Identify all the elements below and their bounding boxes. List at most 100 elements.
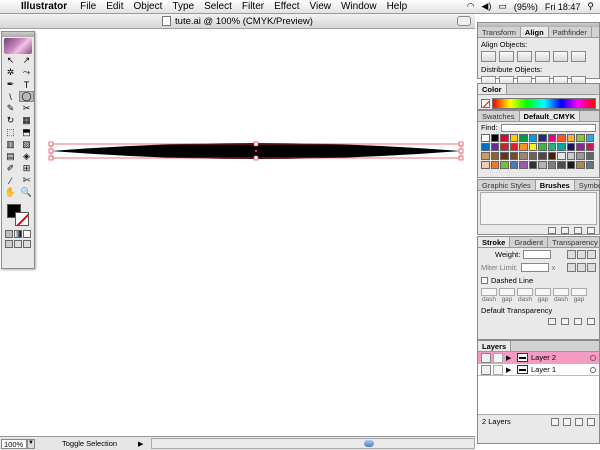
menu-help[interactable]: Help: [387, 1, 408, 12]
status-menu-arrow-icon[interactable]: ▶: [138, 440, 143, 448]
warp-tool-icon[interactable]: ⬚: [3, 127, 18, 138]
panel-option-icon-1[interactable]: [548, 318, 556, 325]
weight-input[interactable]: [523, 250, 552, 259]
color-spectrum-bar[interactable]: [492, 98, 596, 109]
none-color-swatch[interactable]: [481, 99, 490, 108]
color-swatch[interactable]: [576, 143, 585, 151]
menu-view[interactable]: View: [310, 1, 332, 12]
dash-field-3[interactable]: dash: [553, 288, 569, 303]
paintbrush-tool-icon[interactable]: ✎: [3, 103, 18, 114]
layer-name[interactable]: Layer 2: [531, 353, 590, 362]
color-swatch[interactable]: [566, 161, 575, 169]
menu-filter[interactable]: Filter: [242, 1, 264, 12]
align-right-button[interactable]: [517, 51, 532, 62]
color-swatch[interactable]: [585, 152, 594, 160]
color-swatch[interactable]: [509, 152, 518, 160]
color-swatch[interactable]: [509, 143, 518, 151]
tab-stroke[interactable]: Stroke: [478, 237, 511, 247]
visibility-eye-icon[interactable]: [481, 364, 491, 375]
tab-transform[interactable]: Transform: [478, 27, 521, 37]
color-swatch[interactable]: [538, 134, 547, 142]
align-bottom-button[interactable]: [571, 51, 586, 62]
color-swatch[interactable]: [585, 161, 594, 169]
color-button[interactable]: [4, 230, 13, 238]
color-swatch[interactable]: [538, 143, 547, 151]
eyedropper-tool-icon[interactable]: ✐: [3, 163, 18, 174]
spotlight-icon[interactable]: ⚲: [587, 1, 594, 12]
menu-type[interactable]: Type: [172, 1, 194, 12]
color-swatch[interactable]: [490, 152, 499, 160]
gradient-tool-icon[interactable]: ◈: [19, 151, 34, 162]
layer-target-icon[interactable]: [590, 354, 596, 361]
color-swatch[interactable]: [519, 161, 528, 169]
color-swatch[interactable]: [557, 143, 566, 151]
expand-triangle-icon[interactable]: ▶: [506, 354, 514, 362]
align-left-button[interactable]: [481, 51, 496, 62]
free-transform-tool-icon[interactable]: ⬒: [19, 127, 34, 138]
menu-window[interactable]: Window: [341, 1, 377, 12]
panel-option-icon-3[interactable]: [574, 318, 582, 325]
lock-toggle-icon[interactable]: [493, 364, 503, 375]
symbol-sprayer-tool-icon[interactable]: ▥: [3, 139, 18, 150]
full-screen-mode-button[interactable]: [23, 240, 32, 248]
dash-field-1[interactable]: dash: [481, 288, 497, 303]
pen-tool-icon[interactable]: ✒: [3, 79, 18, 90]
new-brush-icon[interactable]: [574, 227, 582, 234]
panel-option-icon-2[interactable]: [561, 318, 569, 325]
app-menu[interactable]: Illustrator: [21, 1, 67, 12]
stroke-color-swatch[interactable]: [15, 212, 29, 226]
hand-tool-icon[interactable]: ✋: [3, 187, 18, 198]
color-swatch[interactable]: [557, 134, 566, 142]
brushes-list[interactable]: [480, 192, 597, 225]
color-swatch[interactable]: [557, 152, 566, 160]
layer-name[interactable]: Layer 1: [531, 365, 590, 374]
layer-row-layer-1[interactable]: ▶ Layer 1: [478, 364, 599, 376]
color-swatch[interactable]: [490, 134, 499, 142]
volume-icon[interactable]: ◀): [481, 1, 491, 12]
mesh-tool-icon[interactable]: ▤: [3, 151, 18, 162]
gap-field-1[interactable]: gap: [499, 288, 515, 303]
battery-icon[interactable]: ▭: [498, 1, 507, 12]
projecting-cap-button[interactable]: [587, 250, 596, 259]
color-swatch[interactable]: [500, 134, 509, 142]
line-tool-icon[interactable]: \: [3, 91, 18, 102]
color-swatch[interactable]: [519, 152, 528, 160]
selection-tool-icon[interactable]: ↖: [3, 55, 18, 66]
tab-gradient[interactable]: Gradient: [510, 237, 549, 247]
tab-layers[interactable]: Layers: [478, 341, 512, 351]
zoom-dropdown-icon[interactable]: ▼: [27, 438, 35, 449]
color-swatch[interactable]: [528, 161, 537, 169]
menu-edit[interactable]: Edit: [106, 1, 123, 12]
menu-object[interactable]: Object: [133, 1, 162, 12]
color-swatch[interactable]: [528, 143, 537, 151]
color-swatch[interactable]: [576, 152, 585, 160]
gap-field-3[interactable]: gap: [571, 288, 587, 303]
scale-tool-icon[interactable]: ▦: [19, 115, 34, 126]
color-swatch[interactable]: [547, 143, 556, 151]
menu-file[interactable]: File: [80, 1, 96, 12]
dashed-line-checkbox[interactable]: [481, 277, 488, 284]
color-swatch[interactable]: [585, 134, 594, 142]
color-swatch[interactable]: [500, 143, 509, 151]
color-swatch[interactable]: [576, 161, 585, 169]
miter-limit-input[interactable]: [520, 263, 549, 272]
color-swatch[interactable]: [481, 143, 490, 151]
color-swatch[interactable]: [566, 152, 575, 160]
color-swatch[interactable]: [538, 161, 547, 169]
color-swatch[interactable]: [519, 134, 528, 142]
tools-panel-titlebar[interactable]: [2, 32, 34, 37]
color-swatch[interactable]: [528, 134, 537, 142]
color-swatch[interactable]: [547, 161, 556, 169]
gradient-button[interactable]: [13, 230, 22, 238]
direct-selection-tool-icon[interactable]: ↗: [19, 55, 34, 66]
delete-brush-icon[interactable]: [587, 227, 595, 234]
type-tool-icon[interactable]: T: [19, 79, 34, 90]
color-swatch[interactable]: [490, 161, 499, 169]
remove-brush-stroke-icon[interactable]: [548, 227, 556, 234]
tab-graphic-styles[interactable]: Graphic Styles: [478, 180, 536, 190]
scrollbar-thumb[interactable]: [364, 440, 375, 447]
align-top-button[interactable]: [535, 51, 550, 62]
gap-field-2[interactable]: gap: [535, 288, 551, 303]
tab-align[interactable]: Align: [520, 27, 549, 37]
tab-symbols[interactable]: Symbols: [575, 180, 600, 190]
